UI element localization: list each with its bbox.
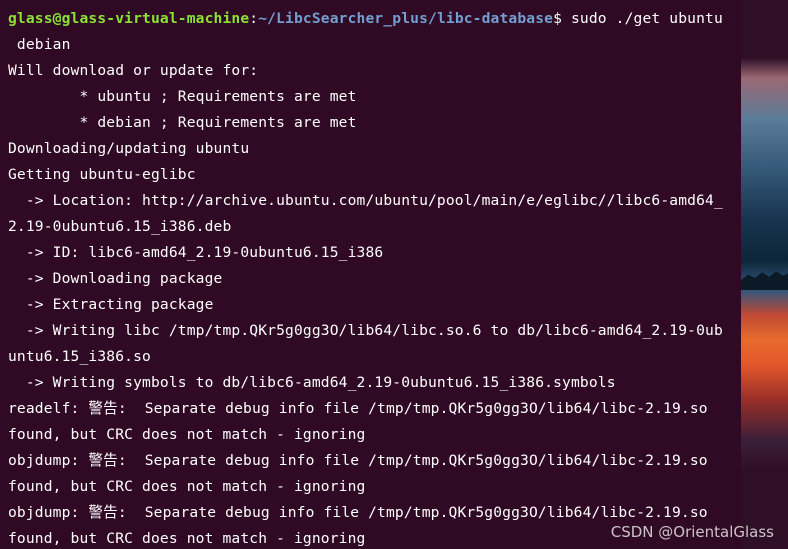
output-line: -> Extracting package	[8, 296, 214, 313]
output-line: Getting ubuntu-eglibc	[8, 166, 196, 183]
output-line: -> Writing symbols to db/libc6-amd64_2.1…	[8, 374, 616, 391]
prompt-line: glass@glass-virtual-machine:~/LibcSearch…	[8, 6, 733, 32]
output-line: 2.19-0ubuntu6.15_i386.deb	[8, 218, 232, 235]
terminal-output[interactable]: glass@glass-virtual-machine:~/LibcSearch…	[8, 6, 733, 549]
wallpaper-mountain	[741, 271, 788, 290]
output-line: objdump: 警告: Separate debug info file /t…	[8, 452, 708, 469]
desktop-screen: glass@glass-virtual-machine:~/LibcSearch…	[0, 0, 788, 549]
output-line: found, but CRC does not match - ignoring	[8, 426, 366, 443]
prompt-symbol: $	[553, 10, 563, 27]
output-line: -> Location: http://archive.ubuntu.com/u…	[8, 192, 723, 209]
prompt-separator: :	[249, 10, 259, 27]
output-line: found, but CRC does not match - ignoring	[8, 478, 366, 495]
output-line: debian	[8, 36, 71, 53]
output-line: * ubuntu ; Requirements are met	[8, 88, 357, 105]
output-line: Will download or update for:	[8, 62, 259, 79]
csdn-watermark: CSDN @OrientalGlass	[610, 523, 774, 541]
output-line: -> Writing libc /tmp/tmp.QKr5g0gg3O/lib6…	[8, 322, 723, 339]
output-line: untu6.15_i386.so	[8, 348, 151, 365]
terminal-window[interactable]: glass@glass-virtual-machine:~/LibcSearch…	[0, 0, 741, 549]
prompt-command: sudo ./get ubuntu	[562, 10, 723, 27]
prompt-path: ~/LibcSearcher_plus/libc-database	[258, 10, 554, 27]
prompt-user-host: glass@glass-virtual-machine	[8, 10, 250, 27]
desktop-wallpaper-right	[741, 0, 788, 549]
output-line: Downloading/updating ubuntu	[8, 140, 250, 157]
output-line: -> Downloading package	[8, 270, 223, 287]
output-line: -> ID: libc6-amd64_2.19-0ubuntu6.15_i386	[8, 244, 384, 261]
output-line: readelf: 警告: Separate debug info file /t…	[8, 400, 708, 417]
output-line: * debian ; Requirements are met	[8, 114, 357, 131]
